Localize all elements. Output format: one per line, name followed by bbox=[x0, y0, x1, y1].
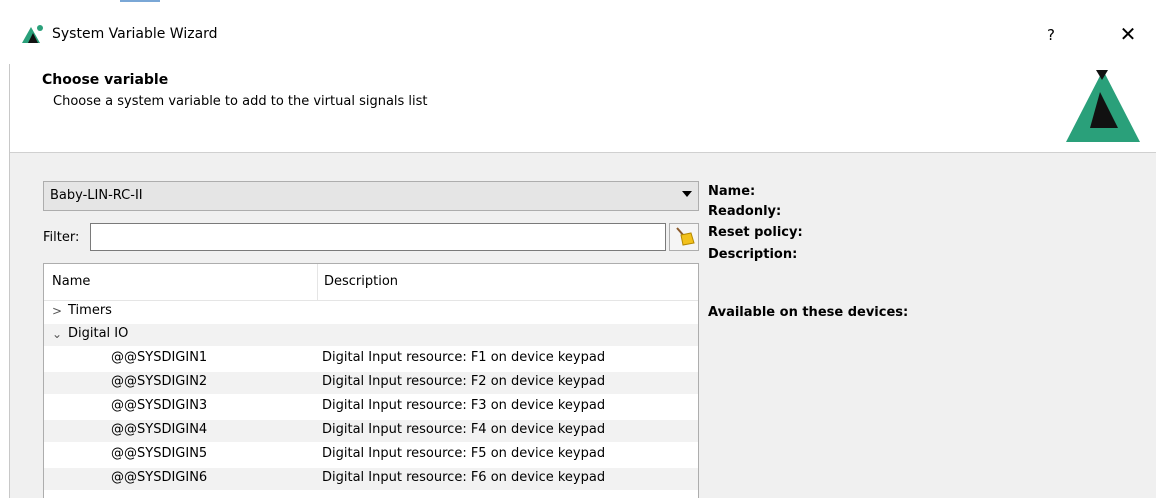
wizard-header: Choose variable Choose a system variable… bbox=[10, 64, 1156, 153]
tree-group-row[interactable]: ⌄ Digital IO bbox=[44, 324, 698, 346]
variable-description: Digital Input resource: F2 on device key… bbox=[322, 374, 606, 389]
variable-name: @@SYSDIGIN1 bbox=[111, 350, 208, 365]
variable-name: @@SYSDIGIN3 bbox=[111, 398, 208, 413]
table-row[interactable]: @@SYSDIGIN5 Digital Input resource: F5 o… bbox=[44, 444, 698, 466]
table-row[interactable]: @@SYSDIGIN3 Digital Input resource: F3 o… bbox=[44, 396, 698, 418]
close-button[interactable]: ✕ bbox=[1110, 20, 1146, 48]
column-header-description[interactable]: Description bbox=[324, 274, 398, 289]
title-bar-accent bbox=[120, 0, 160, 2]
variable-description: Digital Input resource: F4 on device key… bbox=[322, 422, 606, 437]
property-description-label: Description: bbox=[708, 247, 798, 262]
table-row[interactable]: @@SYSDIGIN4 Digital Input resource: F4 o… bbox=[44, 420, 698, 442]
variable-name: @@SYSDIGIN2 bbox=[111, 374, 208, 389]
variables-tree[interactable]: Name Description > Timers ⌄ Digital IO @… bbox=[43, 263, 699, 498]
chevron-down-icon[interactable]: ⌄ bbox=[52, 327, 62, 341]
help-button[interactable]: ? bbox=[1037, 22, 1065, 48]
device-select[interactable]: Baby-LIN-RC-II bbox=[43, 181, 699, 211]
variable-description: Digital Input resource: F1 on device key… bbox=[322, 350, 606, 365]
table-row[interactable]: @@SYSDIGIN6 Digital Input resource: F6 o… bbox=[44, 468, 698, 490]
column-header-name[interactable]: Name bbox=[52, 274, 90, 289]
window-title: System Variable Wizard bbox=[52, 26, 218, 42]
variable-description: Digital Input resource: F6 on device key… bbox=[322, 470, 606, 485]
table-row[interactable]: @@SYSDIGIN2 Digital Input resource: F2 o… bbox=[44, 372, 698, 394]
page-title: Choose variable bbox=[42, 72, 169, 88]
page-subtitle: Choose a system variable to add to the v… bbox=[53, 94, 428, 109]
variable-name: @@SYSDIGIN6 bbox=[111, 470, 208, 485]
group-label: Digital IO bbox=[68, 326, 129, 341]
clear-filter-broom-icon[interactable] bbox=[669, 223, 699, 251]
tree-group-row[interactable]: > Timers bbox=[44, 301, 698, 323]
property-available-devices-label: Available on these devices: bbox=[708, 305, 909, 320]
app-logo-icon bbox=[22, 25, 43, 43]
property-readonly-label: Readonly: bbox=[708, 204, 782, 219]
table-row[interactable]: @@SYSDIGIN1 Digital Input resource: F1 o… bbox=[44, 348, 698, 370]
variable-description: Digital Input resource: F3 on device key… bbox=[322, 398, 606, 413]
device-select-value: Baby-LIN-RC-II bbox=[50, 188, 143, 203]
filter-label: Filter: bbox=[43, 230, 80, 245]
variable-description: Digital Input resource: F5 on device key… bbox=[322, 446, 606, 461]
property-name-label: Name: bbox=[708, 184, 756, 199]
variable-name: @@SYSDIGIN5 bbox=[111, 446, 208, 461]
brand-logo-icon bbox=[1066, 70, 1140, 142]
column-divider[interactable] bbox=[317, 264, 318, 300]
variable-name: @@SYSDIGIN4 bbox=[111, 422, 208, 437]
filter-input[interactable] bbox=[90, 223, 666, 251]
chevron-right-icon[interactable]: > bbox=[52, 304, 62, 318]
chevron-down-icon bbox=[682, 191, 692, 197]
tree-header: Name Description bbox=[44, 264, 698, 301]
title-bar: System Variable Wizard ? ✕ bbox=[0, 0, 1156, 64]
group-label: Timers bbox=[68, 303, 112, 318]
property-reset-policy-label: Reset policy: bbox=[708, 225, 803, 240]
window-left-edge bbox=[0, 64, 10, 498]
